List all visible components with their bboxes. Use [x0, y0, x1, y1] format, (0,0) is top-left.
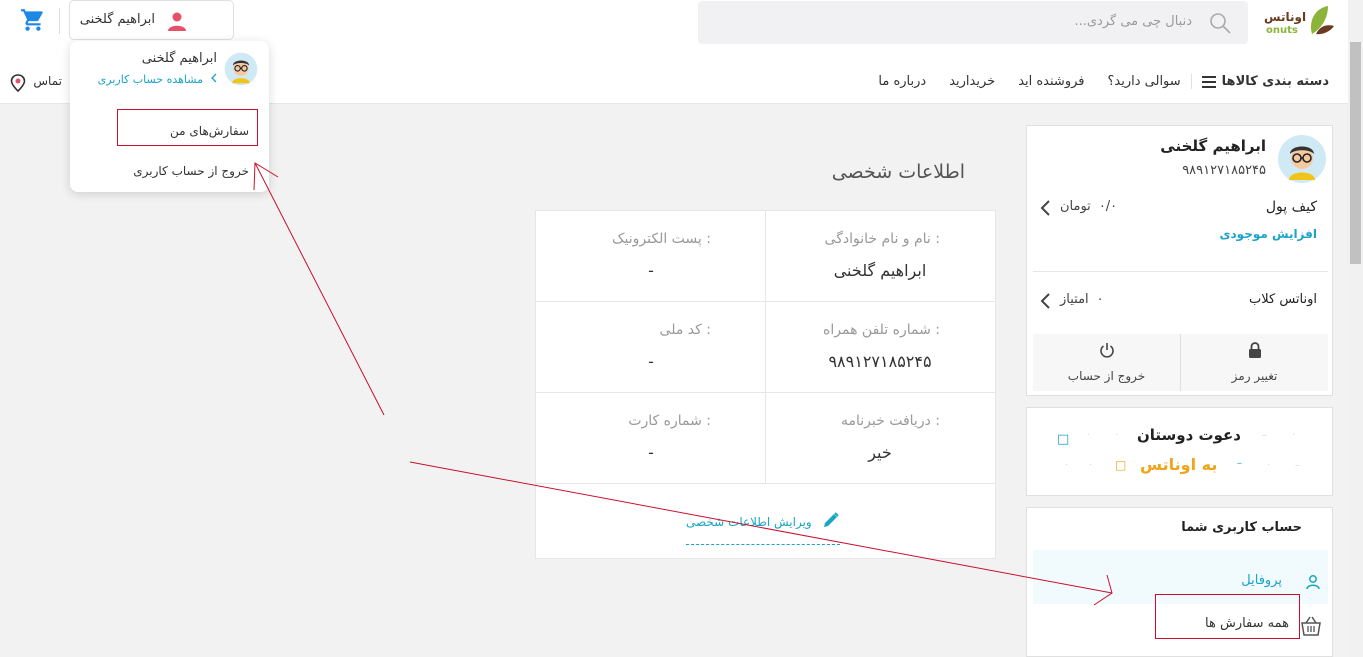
change-password-button[interactable]: تغییر رمز: [1181, 334, 1328, 391]
wallet-unit: تومان: [1060, 199, 1091, 214]
change-password-label: تغییر رمز: [1231, 369, 1278, 383]
scrollbar[interactable]: [1348, 0, 1363, 657]
logout-button[interactable]: خروج از حساب: [1033, 334, 1180, 391]
svg-text:onuts: onuts: [1266, 25, 1298, 36]
search-icon[interactable]: [1208, 11, 1232, 35]
club-unit: امتیاز: [1060, 292, 1089, 307]
field-email: پست الکترونیک : -: [536, 211, 766, 302]
increase-balance-link[interactable]: افزایش موجودی: [1220, 227, 1317, 241]
decoration-dot: –: [1295, 460, 1300, 471]
club-points: امتیاز ۰: [1060, 292, 1104, 307]
search-box[interactable]: دنبال چی می گردی...: [698, 1, 1248, 44]
annotation-box-all-orders: [1155, 594, 1300, 639]
user-icon: [166, 10, 188, 32]
decoration-dot: □: [1057, 432, 1070, 447]
decoration-dot: ·: [1087, 430, 1091, 441]
profile-actions: خروج از حساب تغییر رمز: [1033, 334, 1328, 391]
power-icon: [1099, 341, 1115, 359]
decoration-dot: –: [1262, 430, 1267, 441]
field-mobile: شماره تلفن همراه : ۹۸۹۱۲۷۱۸۵۲۴۵: [765, 302, 995, 393]
user-icon: [1305, 574, 1321, 590]
profile-name: ابراهیم گلخنی: [1160, 137, 1266, 155]
dropdown-user-name: ابراهیم گلخنی: [141, 51, 217, 66]
cart-icon[interactable]: [20, 7, 46, 33]
field-value: ۹۸۹۱۲۷۱۸۵۲۴۵: [828, 352, 932, 371]
wallet-value: ۰/۰: [1098, 199, 1118, 214]
decoration-dot: ·: [1292, 430, 1296, 441]
header-divider: [59, 8, 60, 34]
location-pin-icon: [10, 74, 26, 93]
logout-label: خروج از حساب: [1067, 369, 1146, 383]
nav-seller[interactable]: فروشنده اید: [1018, 74, 1084, 89]
decoration-dot: –: [1237, 458, 1242, 469]
scrollbar-thumb[interactable]: [1350, 42, 1361, 264]
annotation-box-my-orders: [117, 109, 258, 146]
user-menu-name: ابراهیم گلخنی: [79, 12, 155, 27]
club-value: ۰: [1096, 292, 1104, 307]
field-label: شماره کارت :: [628, 413, 711, 429]
pencil-icon: [822, 511, 840, 532]
field-value: -: [648, 443, 654, 462]
contact-us[interactable]: تماس با ما: [10, 73, 62, 93]
edit-info-button[interactable]: ویرایش اطلاعات شخصی: [686, 511, 840, 545]
decoration-dot: ·: [1267, 460, 1271, 471]
dropdown-logout[interactable]: خروج از حساب کاربری: [133, 164, 249, 178]
field-label: کد ملی :: [659, 322, 711, 338]
decoration-dot: □: [1115, 458, 1127, 472]
menu-icon: [1201, 75, 1216, 88]
view-account-label: مشاهده حساب کاربری: [97, 73, 203, 86]
field-label: دریافت خبرنامه :: [841, 413, 940, 429]
field-value: خیر: [868, 443, 892, 462]
invite-line2: به اوناتس: [1140, 455, 1218, 474]
wallet-label: کیف پول: [1265, 199, 1317, 215]
sidebar-item-profile[interactable]: پروفایل: [1241, 573, 1282, 588]
basket-icon: [1299, 614, 1323, 638]
field-value: ابراهیم گلخنی: [833, 261, 927, 280]
nav-about[interactable]: درباره ما: [878, 74, 926, 89]
field-fullname: نام و نام خانوادگی : ابراهیم گلخنی: [765, 211, 995, 302]
chevron-left-icon[interactable]: [1039, 199, 1053, 217]
chevron-left-icon[interactable]: [1039, 292, 1053, 310]
main-nav: دسته بندی کالاها سوالی دارید؟ فروشنده ای…: [855, 74, 1329, 89]
nav-categories[interactable]: دسته بندی کالاها: [1190, 74, 1329, 89]
column-divider: [765, 211, 766, 484]
field-value: -: [648, 352, 654, 371]
field-value: -: [648, 261, 654, 280]
avatar: [224, 52, 258, 86]
view-account-link[interactable]: مشاهده حساب کاربری: [98, 73, 217, 86]
nav-faq[interactable]: سوالی دارید؟: [1108, 74, 1181, 89]
invite-friends-banner[interactable]: □ · · – · · · □ – · – دعوت دوستان به اون…: [1026, 407, 1333, 496]
account-menu-title: حساب کاربری شما: [1181, 520, 1302, 535]
lock-icon: [1247, 341, 1263, 359]
field-card-number: شماره کارت : -: [536, 393, 766, 484]
decoration-dot: ·: [1065, 460, 1069, 471]
user-menu-button[interactable]: ابراهیم گلخنی: [69, 0, 234, 40]
nav-categories-label: دسته بندی کالاها: [1221, 74, 1329, 89]
chevron-left-icon: [211, 73, 217, 86]
profile-card: ابراهیم گلخنی ۹۸۹۱۲۷۱۸۵۲۴۵ کیف پول تومان…: [1026, 125, 1333, 396]
club-label: اوناتس کلاب: [1249, 292, 1317, 307]
invite-line1: دعوت دوستان: [1137, 426, 1241, 444]
decoration-dot: ·: [1115, 430, 1119, 441]
field-national-code: کد ملی : -: [536, 302, 766, 393]
avatar: [1277, 134, 1327, 184]
logo[interactable]: اوناتس onuts: [1262, 2, 1334, 40]
nav-buyer[interactable]: خریدارید: [949, 74, 995, 89]
contact-us-label: تماس با ما: [32, 74, 62, 88]
svg-text:اوناتس: اوناتس: [1264, 10, 1306, 25]
wallet-balance: تومان ۰/۰: [1060, 199, 1117, 214]
edit-info-label: ویرایش اطلاعات شخصی: [686, 514, 812, 529]
decoration-dot: ·: [1089, 460, 1093, 471]
profile-phone: ۹۸۹۱۲۷۱۸۵۲۴۵: [1182, 163, 1266, 178]
page-title: اطلاعات شخصی: [831, 161, 965, 183]
field-label: شماره تلفن همراه :: [823, 322, 940, 338]
divider: [1033, 271, 1328, 272]
search-input[interactable]: دنبال چی می گردی...: [1074, 14, 1192, 29]
field-label: نام و نام خانوادگی :: [824, 231, 940, 247]
field-newsletter: دریافت خبرنامه : خیر: [765, 393, 995, 484]
field-label: پست الکترونیک :: [611, 231, 711, 247]
personal-info-card: نام و نام خانوادگی : ابراهیم گلخنی پست ا…: [535, 210, 996, 559]
